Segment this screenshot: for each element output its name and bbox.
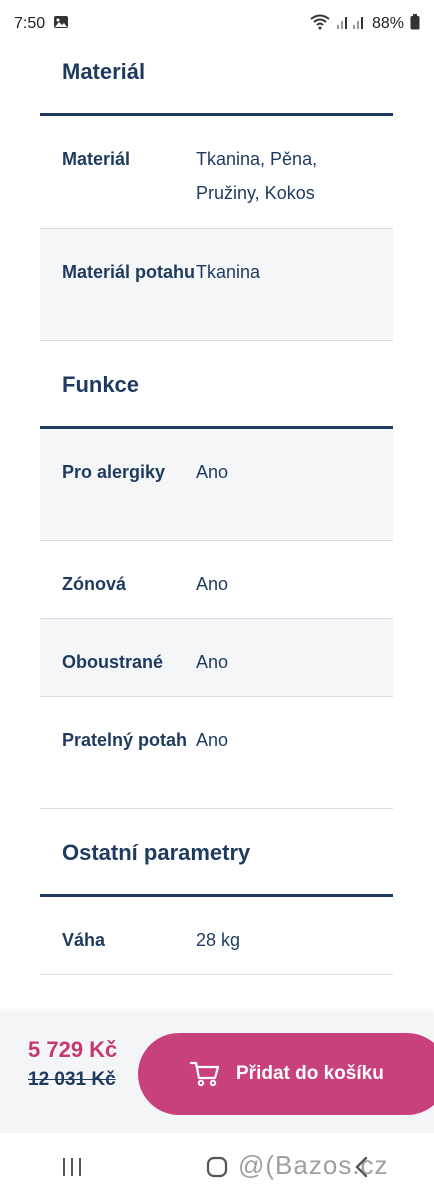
wifi-icon	[310, 14, 330, 35]
table-row: Materiál potahu Tkanina	[40, 229, 393, 341]
section-material: Materiál Materiál Tkanina, Pěna, Pružiny…	[40, 48, 393, 341]
table-row: Pro alergiky Ano	[40, 429, 393, 541]
section-other-parameters: Ostatní parametry Váha 28 kg	[40, 809, 393, 975]
add-to-cart-button[interactable]: Přidat do košíku	[138, 1033, 434, 1115]
section-title: Materiál	[62, 59, 146, 84]
row-label: Materiál potahu	[62, 262, 196, 282]
table-row: Oboustrané Ano	[40, 619, 393, 697]
bazos-watermark: @(Bazos.cz	[238, 1150, 389, 1180]
row-value: Tkanina	[196, 262, 261, 282]
row-label: Oboustrané	[62, 652, 164, 672]
row-value: Ano	[196, 652, 229, 672]
recent-apps-icon[interactable]	[42, 1147, 102, 1187]
table-row: Váha 28 kg	[40, 897, 393, 975]
signal-icon	[336, 14, 366, 35]
section-title: Funkce	[62, 372, 140, 397]
row-value: Tkanina, Pěna, Pružiny, Kokos	[196, 149, 318, 203]
row-value: Ano	[196, 574, 229, 594]
row-value: 28 kg	[196, 930, 241, 950]
row-value: Ano	[196, 730, 229, 750]
status-time: 7:50	[14, 15, 46, 32]
table-row: Zónová Ano	[40, 541, 393, 619]
current-price: 5 729 Kč	[28, 1037, 118, 1062]
battery-icon	[410, 13, 420, 35]
row-label: Pratelný potah	[62, 730, 188, 750]
section-title: Ostatní parametry	[62, 840, 251, 865]
cart-icon	[190, 1061, 220, 1087]
parameters-table: Materiál Materiál Tkanina, Pěna, Pružiny…	[40, 48, 393, 975]
old-price: 12 031 Kč	[28, 1069, 116, 1090]
row-label: Váha	[62, 930, 106, 950]
gallery-icon	[53, 14, 69, 35]
purchase-bar: 5 729 Kč 12 031 Kč Přidat do košíku	[0, 1013, 434, 1133]
table-row: Pratelný potah Ano	[40, 697, 393, 809]
row-label: Materiál	[62, 149, 131, 169]
row-label: Zónová	[62, 574, 127, 594]
status-bar: 7:50 88%	[0, 0, 434, 48]
add-to-cart-label: Přidat do košíku	[236, 1063, 384, 1084]
table-row: Materiál Tkanina, Pěna, Pružiny, Kokos	[40, 116, 393, 229]
battery-percent: 88%	[371, 15, 404, 32]
row-label: Pro alergiky	[62, 462, 166, 482]
row-value: Ano	[196, 462, 229, 482]
section-funkce: Funkce Pro alergiky Ano Zónová Ano Obous…	[40, 341, 393, 809]
